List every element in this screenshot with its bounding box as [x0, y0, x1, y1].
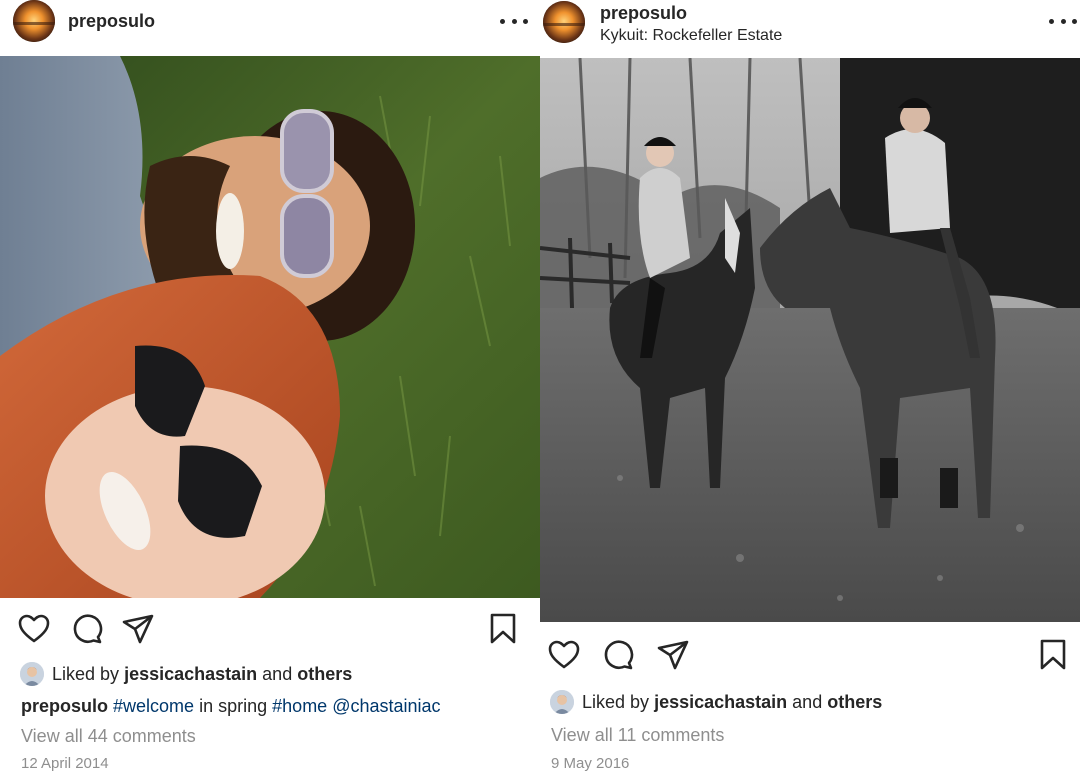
save-button[interactable] — [1036, 638, 1070, 672]
more-horizontal-icon — [1049, 18, 1054, 24]
liked-by-user[interactable]: jessicachastain — [654, 692, 787, 713]
heart-icon — [18, 614, 50, 643]
mention-link[interactable]: @chastainiac — [332, 696, 440, 716]
liked-by-others[interactable]: others — [297, 664, 352, 685]
post-actions — [540, 638, 1080, 672]
liked-by-others[interactable]: others — [827, 692, 882, 713]
post-card-2: preposulo Kykuit: Rockefeller Estate Lik… — [540, 0, 1080, 771]
bookmark-icon — [1040, 639, 1066, 670]
more-horizontal-icon — [500, 18, 505, 24]
hashtag-link[interactable]: #welcome — [113, 696, 194, 716]
share-button[interactable] — [656, 638, 690, 672]
like-button[interactable] — [547, 638, 581, 672]
caption-username[interactable]: preposulo — [21, 696, 108, 716]
post-username[interactable]: preposulo — [68, 11, 155, 32]
likes-summary[interactable]: Liked by jessicachastain and others — [20, 662, 352, 686]
post-location[interactable]: Kykuit: Rockefeller Estate — [600, 27, 782, 45]
comment-button[interactable] — [70, 612, 104, 646]
post-caption: preposulo #welcome in spring #home @chas… — [21, 696, 441, 717]
paper-plane-icon — [122, 614, 154, 644]
liked-by-user[interactable]: jessicachastain — [124, 664, 257, 685]
view-comments-link[interactable]: View all 11 comments — [551, 725, 724, 746]
save-button[interactable] — [486, 612, 520, 646]
post-username[interactable]: preposulo — [600, 3, 687, 24]
comment-bubble-icon — [604, 640, 634, 670]
likes-summary[interactable]: Liked by jessicachastain and others — [550, 690, 882, 714]
more-options-button[interactable] — [1049, 11, 1077, 31]
comment-button[interactable] — [601, 638, 635, 672]
share-button[interactable] — [121, 612, 155, 646]
liker-avatar — [550, 690, 574, 714]
post-photo[interactable] — [0, 56, 540, 598]
post-date: 9 May 2016 — [551, 755, 630, 771]
paper-plane-icon — [657, 640, 689, 670]
liked-by-and: and — [262, 663, 293, 684]
caption-text: in spring — [199, 696, 268, 716]
bookmark-icon — [490, 613, 516, 644]
view-comments-link[interactable]: View all 44 comments — [21, 726, 196, 747]
liked-by-prefix: Liked by — [52, 663, 120, 684]
hashtag-link[interactable]: #home — [272, 696, 327, 716]
post-actions — [0, 612, 540, 646]
post-date: 12 April 2014 — [21, 755, 109, 771]
liker-avatar — [20, 662, 44, 686]
liked-by-prefix: Liked by — [582, 691, 650, 712]
liked-by-and: and — [792, 691, 823, 712]
comment-bubble-icon — [73, 614, 103, 644]
like-button[interactable] — [17, 612, 51, 646]
avatar[interactable] — [13, 0, 55, 42]
heart-icon — [548, 640, 580, 669]
post-photo[interactable] — [540, 58, 1080, 622]
more-options-button[interactable] — [500, 11, 528, 31]
post-card-1: preposulo Liked by jessicachastain and o… — [0, 0, 540, 771]
avatar[interactable] — [543, 1, 585, 43]
